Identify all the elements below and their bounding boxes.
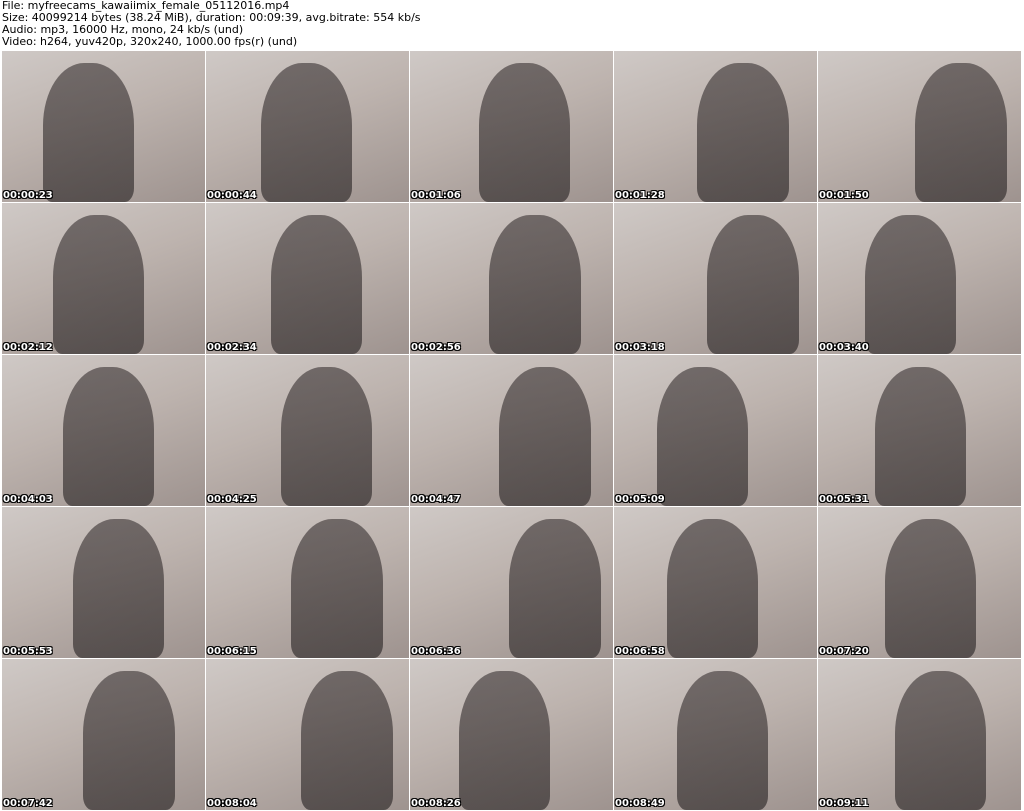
frame-image-placeholder (895, 671, 987, 810)
frame-timestamp: 00:01:50 (819, 190, 869, 201)
video-frame-thumbnail: 00:02:56 (410, 203, 613, 354)
frame-timestamp: 00:00:44 (207, 190, 257, 201)
video-frame-thumbnail: 00:08:49 (614, 659, 817, 810)
frame-image-placeholder (260, 63, 353, 202)
frame-timestamp: 00:03:40 (819, 342, 869, 353)
frame-image-placeholder (864, 215, 957, 354)
frame-image-placeholder (270, 215, 363, 354)
frame-image-placeholder (42, 63, 134, 202)
video-frame-thumbnail: 00:05:53 (2, 507, 205, 658)
frame-timestamp: 00:02:34 (207, 342, 257, 353)
video-frame-thumbnail: 00:02:34 (206, 203, 409, 354)
video-frame-thumbnail: 00:05:31 (818, 355, 1021, 506)
frame-image-placeholder (489, 215, 581, 354)
frame-timestamp: 00:06:36 (411, 646, 461, 657)
video-frame-thumbnail: 00:00:23 (2, 51, 205, 202)
frame-image-placeholder (499, 367, 591, 506)
frame-timestamp: 00:02:56 (411, 342, 461, 353)
frame-timestamp: 00:08:04 (207, 798, 257, 809)
frame-timestamp: 00:08:49 (615, 798, 665, 809)
video-frame-thumbnail: 00:08:04 (206, 659, 409, 810)
video-info: Video: h264, yuv420p, 320x240, 1000.00 f… (2, 35, 298, 48)
frame-image-placeholder (301, 671, 393, 810)
frame-image-placeholder (697, 63, 789, 202)
frame-image-placeholder (83, 671, 175, 810)
frame-timestamp: 00:02:12 (3, 342, 53, 353)
video-frame-thumbnail: 00:06:15 (206, 507, 409, 658)
frame-timestamp: 00:05:31 (819, 494, 869, 505)
frame-image-placeholder (666, 519, 759, 658)
frame-timestamp: 00:05:09 (615, 494, 665, 505)
video-frame-thumbnail: 00:04:25 (206, 355, 409, 506)
video-frame-thumbnail: 00:05:09 (614, 355, 817, 506)
video-frame-thumbnail: 00:01:28 (614, 51, 817, 202)
frame-timestamp: 00:03:18 (615, 342, 665, 353)
video-frame-thumbnail: 00:08:26 (410, 659, 613, 810)
video-frame-thumbnail: 00:01:06 (410, 51, 613, 202)
frame-timestamp: 00:07:42 (3, 798, 53, 809)
thumbnail-grid: 00:00:23 00:00:44 00:01:06 00:01:28 00:01:50… (2, 51, 1021, 810)
frame-timestamp: 00:07:20 (819, 646, 869, 657)
frame-timestamp: 00:06:15 (207, 646, 257, 657)
frame-image-placeholder (676, 671, 769, 810)
frame-image-placeholder (458, 671, 551, 810)
frame-image-placeholder (73, 519, 165, 658)
video-frame-thumbnail: 00:01:50 (818, 51, 1021, 202)
video-frame-thumbnail: 00:02:12 (2, 203, 205, 354)
video-frame-thumbnail: 00:00:44 (206, 51, 409, 202)
frame-timestamp: 00:09:11 (819, 798, 869, 809)
frame-image-placeholder (291, 519, 383, 658)
video-frame-thumbnail: 00:03:40 (818, 203, 1021, 354)
frame-timestamp: 00:01:06 (411, 190, 461, 201)
video-frame-thumbnail: 00:07:42 (2, 659, 205, 810)
frame-timestamp: 00:04:25 (207, 494, 257, 505)
video-frame-thumbnail: 00:06:58 (614, 507, 817, 658)
frame-timestamp: 00:04:03 (3, 494, 53, 505)
video-frame-thumbnail: 00:09:11 (818, 659, 1021, 810)
frame-image-placeholder (479, 63, 571, 202)
video-frame-thumbnail: 00:04:47 (410, 355, 613, 506)
frame-timestamp: 00:05:53 (3, 646, 53, 657)
video-frame-thumbnail: 00:06:36 (410, 507, 613, 658)
video-frame-thumbnail: 00:03:18 (614, 203, 817, 354)
frame-image-placeholder (874, 367, 967, 506)
frame-timestamp: 00:01:28 (615, 190, 665, 201)
frame-image-placeholder (509, 519, 601, 658)
frame-image-placeholder (281, 367, 373, 506)
frame-image-placeholder (52, 215, 145, 354)
frame-timestamp: 00:00:23 (3, 190, 53, 201)
frame-timestamp: 00:04:47 (411, 494, 461, 505)
frame-image-placeholder (62, 367, 155, 506)
frame-image-placeholder (656, 367, 748, 506)
frame-timestamp: 00:08:26 (411, 798, 461, 809)
frame-image-placeholder (884, 519, 977, 658)
video-frame-thumbnail: 00:04:03 (2, 355, 205, 506)
frame-image-placeholder (707, 215, 799, 354)
video-frame-thumbnail: 00:07:20 (818, 507, 1021, 658)
frame-image-placeholder (915, 63, 1007, 202)
file-info-header: File: myfreecams_kawaiimix_female_051120… (2, 0, 421, 48)
frame-timestamp: 00:06:58 (615, 646, 665, 657)
